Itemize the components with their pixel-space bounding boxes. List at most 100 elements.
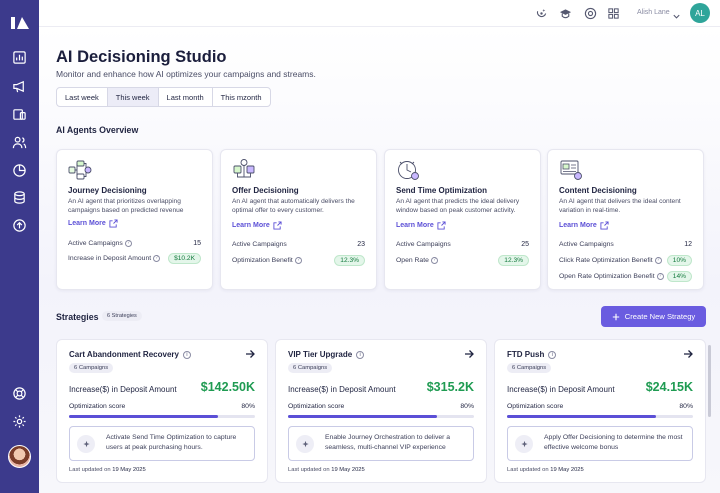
optimization-score-bar xyxy=(507,415,693,418)
metric-label: Active Campaigns xyxy=(68,239,123,247)
learn-more-link[interactable]: Learn More xyxy=(396,221,446,230)
create-strategy-button[interactable]: Create New Strategy xyxy=(601,306,706,327)
page-title: AI Decisioning Studio xyxy=(56,48,227,66)
metric-row: Active Campaigns 25 xyxy=(396,238,529,250)
agent-card-journey[interactable]: Journey Decisioning An AI agent that pri… xyxy=(56,149,213,290)
grid-icon[interactable] xyxy=(607,7,620,20)
learn-more-link[interactable]: Learn More xyxy=(68,219,118,228)
user-name[interactable]: Alish Lane xyxy=(637,9,670,16)
sparkle-refresh-icon[interactable] xyxy=(535,7,548,20)
date-range-tabs: Last week This week Last month This mzon… xyxy=(56,87,271,107)
agent-card-content[interactable]: Content Decisioning An AI agent that del… xyxy=(547,149,704,290)
metric-label: Increase in Deposit Amount xyxy=(68,254,152,262)
info-icon[interactable]: i xyxy=(356,350,365,359)
help-lifebuoy-icon[interactable] xyxy=(12,386,27,401)
agent-description: An AI agent that predicts the ideal deli… xyxy=(396,198,520,214)
tab-last-week[interactable]: Last week xyxy=(57,88,108,106)
updated-date: 19 May 2025 xyxy=(112,467,146,473)
agents-section-title: AI Agents Overview xyxy=(56,125,139,135)
info-icon[interactable]: i xyxy=(182,350,191,359)
dashboard-icon[interactable] xyxy=(12,50,27,65)
strategy-card[interactable]: Cart Abandonment Recovery i 6 Campaigns I… xyxy=(56,339,268,483)
info-icon[interactable]: i xyxy=(548,350,557,359)
metric-value-pill: $10.2K xyxy=(168,252,201,264)
arrow-right-icon[interactable] xyxy=(683,349,693,359)
optimization-score-label: Optimization score xyxy=(288,403,345,410)
tab-this-month[interactable]: This mzonth xyxy=(213,88,270,106)
learn-more-label: Learn More xyxy=(559,222,597,229)
campaigns-badge: 6 Campaigns xyxy=(69,363,114,373)
vertical-scrollbar[interactable] xyxy=(708,345,711,417)
info-icon[interactable]: ? xyxy=(654,256,662,264)
metric-label: Active Campaigns xyxy=(396,240,451,248)
updated-date: 19 May 2025 xyxy=(331,467,365,473)
upload-circle-icon[interactable] xyxy=(12,218,27,233)
increase-label: Increase($) in Deposit Amount xyxy=(507,385,615,394)
metric-label: Click Rate Optimization Benefit xyxy=(559,256,653,264)
strategy-name: FTD Push xyxy=(507,350,545,359)
profile-avatar[interactable] xyxy=(8,445,31,468)
score-bar-fill xyxy=(288,415,437,418)
content-layout-icon xyxy=(559,158,583,182)
increase-value: $24.15K xyxy=(645,380,693,394)
users-icon[interactable] xyxy=(12,135,27,150)
recommendation-box[interactable]: Apply Offer Decisioning to determine the… xyxy=(507,426,693,461)
last-updated: Last updated on 19 May 2025 xyxy=(288,467,365,473)
learn-more-link[interactable]: Learn More xyxy=(559,221,609,230)
metric-label: Active Campaigns xyxy=(559,240,614,248)
campaigns-badge: 6 Campaigns xyxy=(288,363,333,373)
increase-value: $315.2K xyxy=(426,380,474,394)
graduation-cap-icon[interactable] xyxy=(559,7,572,20)
sparkle-icon xyxy=(296,435,314,453)
info-icon[interactable]: ? xyxy=(294,256,302,264)
strategy-card[interactable]: VIP Tier Upgrade i 6 Campaigns Increase($… xyxy=(275,339,487,483)
agent-description: An AI agent that automatically delivers … xyxy=(232,198,355,214)
recommendation-text: Enable Journey Orchestration to deliver … xyxy=(325,434,451,451)
agent-name: Send Time Optimization xyxy=(396,186,487,195)
info-icon[interactable]: ? xyxy=(124,239,132,247)
strategies-section-title: Strategies xyxy=(56,312,99,322)
info-icon[interactable]: ? xyxy=(656,272,664,280)
top-bar: Alish Lane AL xyxy=(39,0,720,27)
clock-icon xyxy=(396,158,420,182)
pie-chart-icon[interactable] xyxy=(12,163,27,178)
sidebar xyxy=(0,0,39,493)
megaphone-icon[interactable] xyxy=(12,79,27,94)
tab-this-week[interactable]: This week xyxy=(107,88,159,106)
recommendation-box[interactable]: Activate Send Time Optimization to captu… xyxy=(69,426,255,461)
metric-row: Active Campaigns? 15 xyxy=(68,237,201,249)
tab-last-month[interactable]: Last month xyxy=(159,88,213,106)
recommendation-box[interactable]: Enable Journey Orchestration to deliver … xyxy=(288,426,474,461)
metric-value: 12 xyxy=(684,240,692,248)
devices-icon[interactable] xyxy=(12,107,27,122)
recommendation-text: Activate Send Time Optimization to captu… xyxy=(106,434,237,451)
agent-card-offer[interactable]: Offer Decisioning An AI agent that autom… xyxy=(220,149,377,290)
strategy-card[interactable]: FTD Push i 6 Campaigns Increase($) in Dep… xyxy=(494,339,706,483)
agent-card-send-time[interactable]: Send Time Optimization An AI agent that … xyxy=(384,149,541,290)
learn-more-link[interactable]: Learn More xyxy=(232,221,282,230)
agent-name: Content Decisioning xyxy=(559,186,637,195)
database-icon[interactable] xyxy=(12,190,27,205)
agent-description: An AI agent that delivers the ideal cont… xyxy=(559,198,681,214)
metric-label: Open Rate Optimization Benefit xyxy=(559,272,655,280)
support-icon[interactable] xyxy=(584,7,597,20)
settings-gear-icon[interactable] xyxy=(12,414,27,429)
logo-icon[interactable] xyxy=(10,16,30,30)
metric-label: Open Rate xyxy=(396,256,429,264)
info-icon[interactable]: ? xyxy=(430,256,438,264)
arrow-right-icon[interactable] xyxy=(464,349,474,359)
external-link-icon xyxy=(600,221,609,230)
last-updated: Last updated on 19 May 2025 xyxy=(69,467,146,473)
page-subtitle: Monitor and enhance how AI optimizes you… xyxy=(56,69,316,79)
chevron-down-icon[interactable] xyxy=(672,8,681,19)
arrow-right-icon[interactable] xyxy=(245,349,255,359)
optimization-score-value: 80% xyxy=(241,403,255,410)
increase-value: $142.50K xyxy=(200,380,255,394)
agent-description: An AI agent that prioritizes overlapping… xyxy=(68,198,184,214)
create-strategy-label: Create New Strategy xyxy=(624,312,696,321)
journey-flow-icon xyxy=(68,158,92,182)
info-icon[interactable]: ? xyxy=(153,254,161,262)
user-avatar[interactable]: AL xyxy=(690,3,710,23)
offer-gift-icon xyxy=(232,158,256,182)
agent-name: Journey Decisioning xyxy=(68,186,147,195)
